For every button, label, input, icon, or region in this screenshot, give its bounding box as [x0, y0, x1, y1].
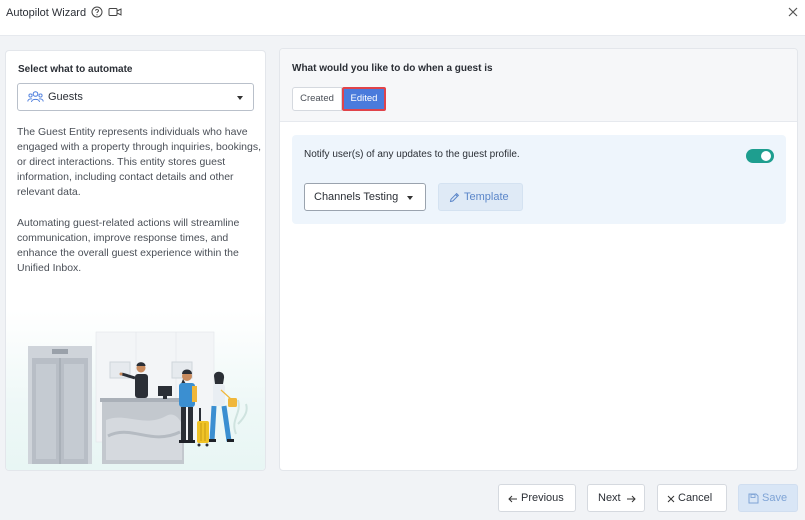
save-button-label: Save [762, 492, 788, 504]
video-camera-icon[interactable] [108, 6, 122, 18]
channels-select-value: Channels Testing [314, 191, 399, 203]
help-circle-icon[interactable] [91, 6, 103, 18]
template-button[interactable]: Template [438, 183, 523, 211]
previous-button[interactable]: Previous [498, 484, 576, 512]
trigger-created-button[interactable]: Created [292, 87, 342, 111]
save-icon [748, 493, 759, 504]
cancel-button-label: Cancel [678, 492, 713, 504]
trigger-header: What would you like to do when a guest i… [280, 49, 797, 122]
entity-description: The Guest Entity represents individuals … [17, 126, 261, 198]
arrow-right-icon [627, 495, 636, 503]
close-icon [667, 495, 675, 503]
close-icon[interactable] [788, 7, 798, 17]
entity-select[interactable]: Guests [17, 83, 254, 111]
caret-down-icon [237, 96, 243, 100]
channels-select[interactable]: Channels Testing [304, 183, 426, 211]
notify-toggle[interactable] [746, 149, 774, 163]
next-button[interactable]: Next [587, 484, 645, 512]
automation-description: Automating guest-related actions will st… [17, 217, 240, 274]
arrow-left-icon [508, 495, 517, 503]
entity-select-label: Select what to automate [18, 64, 133, 75]
entity-select-value: Guests [48, 91, 83, 103]
caret-down-icon [407, 196, 413, 200]
cancel-button[interactable]: Cancel [657, 484, 727, 512]
notify-action-label: Notify user(s) of any updates to the gue… [304, 149, 520, 160]
template-button-label: Template [464, 191, 509, 203]
hotel-reception-illustration [28, 331, 248, 464]
entity-panel: Select what to automate Guests The Guest… [5, 50, 266, 471]
pencil-icon [449, 192, 460, 203]
save-button[interactable]: Save [738, 484, 798, 512]
window-title: Autopilot Wizard [6, 7, 87, 19]
trigger-question: What would you like to do when a guest i… [292, 63, 493, 74]
toggle-knob [761, 151, 771, 161]
previous-button-label: Previous [521, 492, 564, 504]
notify-action-card: Notify user(s) of any updates to the gue… [292, 135, 786, 224]
next-button-label: Next [598, 492, 621, 504]
action-panel: What would you like to do when a guest i… [279, 48, 798, 471]
trigger-edited-button[interactable]: Edited [342, 87, 386, 111]
title-bar: Autopilot Wizard [0, 0, 805, 36]
group-users-icon [27, 91, 44, 103]
